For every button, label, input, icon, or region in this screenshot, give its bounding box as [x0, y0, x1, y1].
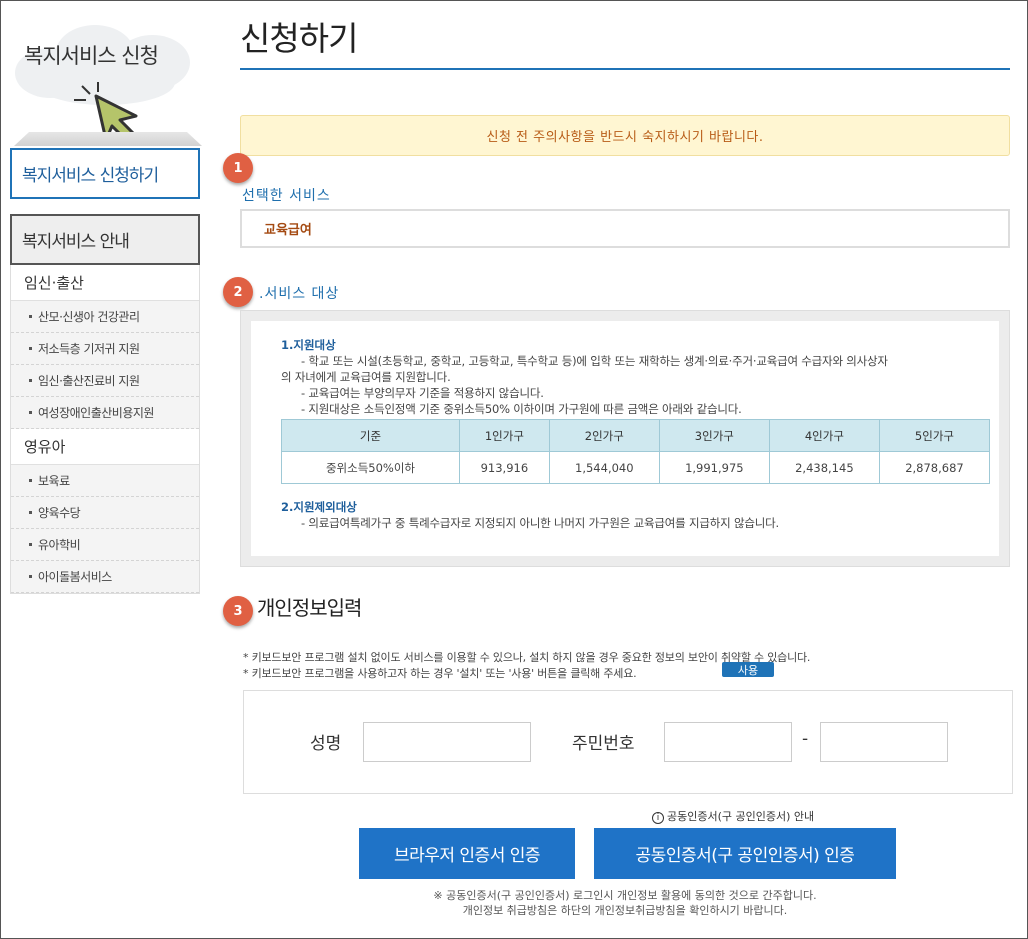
rrn-dash: - [802, 729, 809, 749]
table-header: 기준 [281, 419, 460, 452]
sidebar-item[interactable]: 아이돌봄서비스 [11, 561, 199, 593]
sidebar-item[interactable]: 여성장애인출산비용지원 [11, 397, 199, 429]
sidebar-item-label: 저소득층 기저귀 지원 [38, 342, 140, 356]
table-header: 3인가구 [658, 419, 770, 452]
notice-banner: 신청 전 주의사항을 반드시 숙지하시기 바랍니다. [240, 115, 1010, 156]
step-badge-1: 1 [223, 153, 253, 183]
bullet-icon [29, 315, 32, 318]
sidebar-item-label: 산모·신생아 건강관리 [38, 310, 140, 324]
table-cell: 중위소득50%이하 [281, 451, 460, 484]
rrn-label: 주민번호 [572, 734, 635, 754]
step-badge-3: 3 [223, 596, 253, 626]
sidebar-item-label: 임신·출산진료비 지원 [38, 374, 140, 388]
sidebar-menu: 임신·출산 산모·신생아 건강관리 저소득층 기저귀 지원 임신·출산진료비 지… [10, 265, 200, 594]
footnote-line: 개인정보 취급방침은 하단의 개인정보취급방침을 확인하시기 바랍니다. [462, 904, 788, 917]
sidebar-title: 복지서비스 신청 [24, 44, 159, 68]
sidebar-ledge [14, 132, 202, 146]
sidebar-item[interactable]: 유아학비 [11, 529, 199, 561]
selected-service-value: 교육급여 [264, 223, 312, 238]
footnote-line: ※ 공동인증서(구 공인인증서) 로그인시 개인정보 활용에 동의한 것으로 간… [433, 889, 817, 902]
personal-info-title: 개인정보입력 [257, 596, 362, 620]
keyboard-security-use-button[interactable]: 사용 [722, 662, 774, 677]
selected-service-box: 교육급여 [240, 209, 1010, 248]
cert-guide-link[interactable]: i 공동인증서(구 공인인증서) 안내 [652, 808, 814, 824]
service-target-panel: 1.지원대상 - 학교 또는 시설(초등학교, 중학교, 고등학교, 특수학교 … [240, 310, 1010, 567]
bullet-icon [29, 411, 32, 414]
table-cell: 2,438,145 [768, 451, 880, 484]
page-title: 신청하기 [240, 19, 358, 58]
excluded-target-line: - 의료급여특례가구 중 특례수급자로 지정되지 아니한 나머지 가구원은 교육… [301, 516, 779, 530]
title-divider [240, 68, 1010, 70]
support-target-line: 의 자녀에게 교육급여를 지원합니다. [281, 370, 451, 384]
personal-info-form: 성명 주민번호 - [243, 690, 1013, 794]
sidebar-item-label: 유아학비 [38, 538, 81, 552]
browser-cert-button[interactable]: 브라우저 인증서 인증 [359, 828, 575, 879]
support-target-line: - 학교 또는 시설(초등학교, 중학교, 고등학교, 특수학교 등)에 입학 … [301, 354, 888, 368]
table-cell: 1,544,040 [548, 451, 660, 484]
sidebar-item-label: 보육료 [38, 474, 70, 488]
table-cell: 2,878,687 [878, 451, 991, 484]
service-target-content: 1.지원대상 - 학교 또는 시설(초등학교, 중학교, 고등학교, 특수학교 … [251, 321, 999, 556]
sidebar-item[interactable]: 임신·출산진료비 지원 [11, 365, 199, 397]
sidebar-guide-button[interactable]: 복지서비스 안내 [10, 214, 200, 265]
table-cell: 1,991,975 [658, 451, 770, 484]
name-label: 성명 [310, 734, 342, 754]
info-icon: i [652, 812, 664, 824]
table-header: 1인가구 [459, 419, 550, 452]
income-table: 기준 1인가구 2인가구 3인가구 4인가구 5인가구 중위소득50%이하 91… [281, 419, 991, 484]
rrn-front-input[interactable] [664, 722, 792, 762]
table-cell: 913,916 [459, 451, 550, 484]
sidebar-item-label: 양육수당 [38, 506, 81, 520]
service-target-label: .서비스 대상 [259, 286, 340, 302]
joint-cert-button[interactable]: 공동인증서(구 공인인증서) 인증 [594, 828, 896, 879]
step-badge-2: 2 [223, 277, 253, 307]
table-row: 중위소득50%이하 913,916 1,544,040 1,991,975 2,… [281, 451, 991, 484]
bullet-icon [29, 575, 32, 578]
support-target-line: - 지원대상은 소득인정액 기준 중위소득50% 이하이며 가구원에 따른 금액… [301, 402, 742, 416]
sidebar-item[interactable]: 산모·신생아 건강관리 [11, 301, 199, 333]
bullet-icon [29, 479, 32, 482]
sidebar-item-label: 아이돌봄서비스 [38, 570, 112, 584]
bullet-icon [29, 347, 32, 350]
auth-footnote: ※ 공동인증서(구 공인인증서) 로그인시 개인정보 활용에 동의한 것으로 간… [240, 888, 1010, 918]
excluded-target-heading: 2.지원제외대상 [281, 500, 357, 514]
bullet-icon [29, 511, 32, 514]
selected-service-label: 선택한 서비스 [242, 188, 331, 204]
sidebar-item[interactable]: 양육수당 [11, 497, 199, 529]
sidebar-apply-button[interactable]: 복지서비스 신청하기 [10, 148, 200, 199]
bullet-icon [29, 379, 32, 382]
sidebar-item-label: 여성장애인출산비용지원 [38, 406, 154, 420]
sidebar-category-infant[interactable]: 영유아 [11, 429, 199, 465]
cert-guide-text: 공동인증서(구 공인인증서) 안내 [667, 810, 815, 823]
support-target-line: - 교육급여는 부양의무자 기준을 적용하지 않습니다. [301, 386, 544, 400]
sidebar-item[interactable]: 보육료 [11, 465, 199, 497]
table-header: 5인가구 [878, 419, 991, 452]
table-header-row: 기준 1인가구 2인가구 3인가구 4인가구 5인가구 [281, 419, 991, 452]
support-target-heading: 1.지원대상 [281, 338, 336, 352]
sidebar-category-pregnancy[interactable]: 임신·출산 [11, 265, 199, 301]
rrn-back-input[interactable] [820, 722, 948, 762]
sidebar-item[interactable]: 저소득층 기저귀 지원 [11, 333, 199, 365]
table-header: 2인가구 [548, 419, 660, 452]
bullet-icon [29, 543, 32, 546]
table-header: 4인가구 [768, 419, 880, 452]
name-input[interactable] [363, 722, 531, 762]
